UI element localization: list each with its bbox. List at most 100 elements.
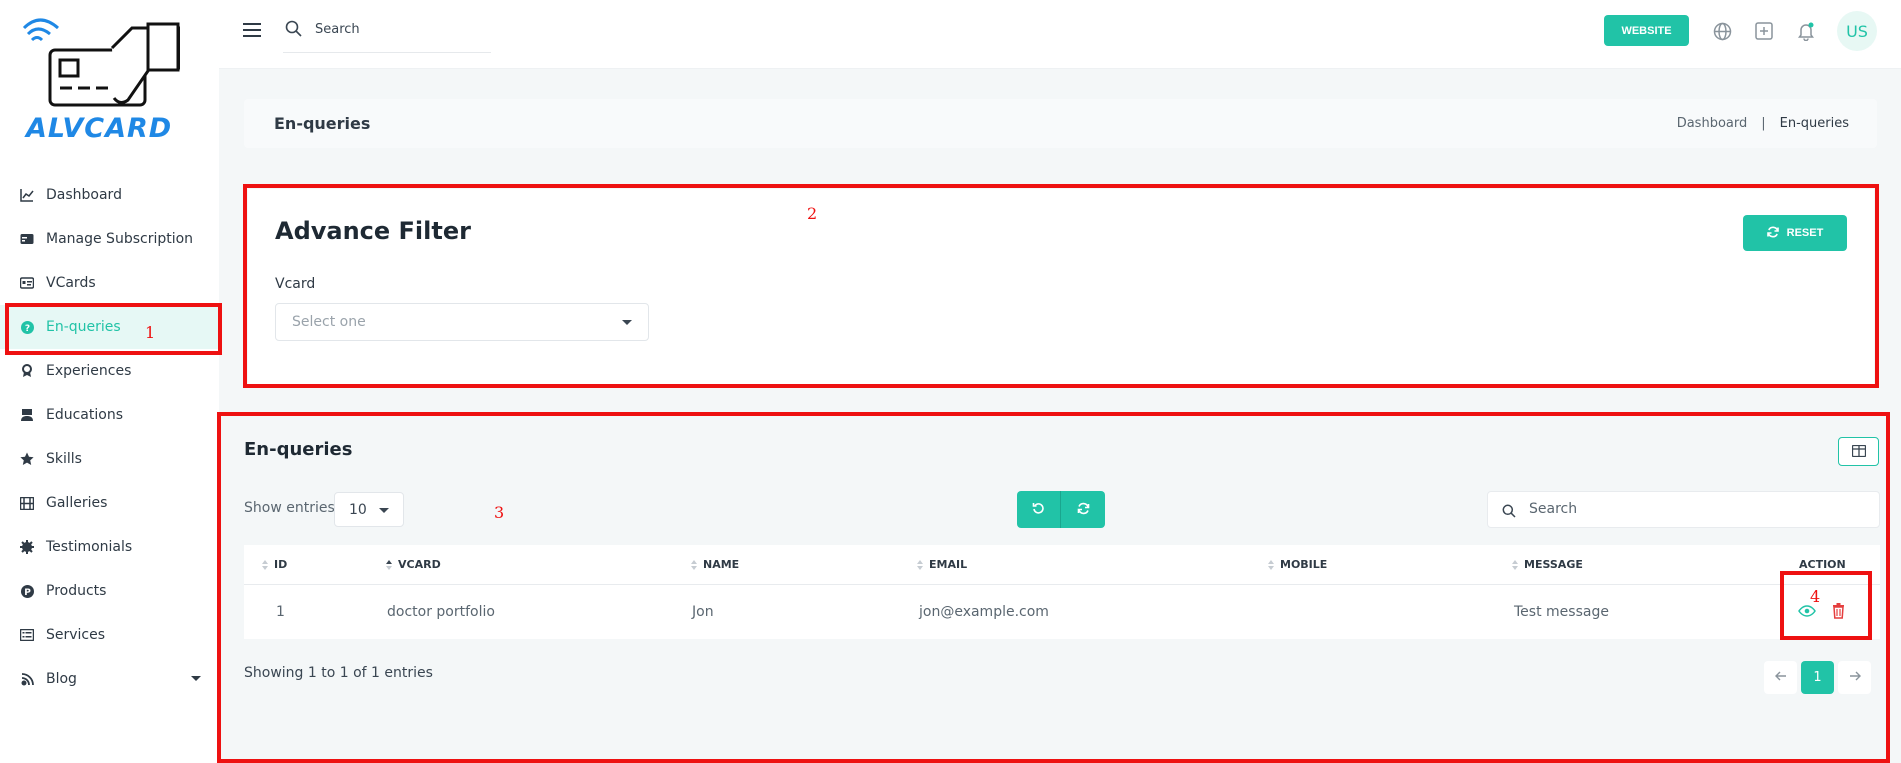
sidebar-item-label: Services xyxy=(46,627,106,643)
globe-icon[interactable] xyxy=(1711,20,1733,42)
credit-card-icon xyxy=(20,232,34,246)
header-search-placeholder: Search xyxy=(315,22,360,37)
sidebar-nav: Dashboard Manage Subscription VCards ? E… xyxy=(0,173,219,701)
reset-button[interactable]: RESET xyxy=(1743,215,1847,251)
table-row: 1 doctor portfolio Jon jon@example.com T… xyxy=(244,586,1880,639)
hamburger-menu-icon[interactable] xyxy=(243,23,261,37)
sidebar-item-label: Products xyxy=(46,583,107,599)
search-icon xyxy=(1502,503,1516,522)
annotation-number-2: 2 xyxy=(807,204,818,223)
table-action-buttons xyxy=(1017,491,1106,528)
entries-select[interactable]: 10 xyxy=(334,492,404,527)
sidebar-item-label: Experiences xyxy=(46,363,132,379)
sidebar-item-label: Manage Subscription xyxy=(46,231,194,247)
vcard-label: Vcard xyxy=(275,276,316,292)
delete-trash-icon[interactable] xyxy=(1829,602,1847,620)
pagination: 1 xyxy=(1764,661,1871,694)
sort-icon xyxy=(917,559,923,570)
column-header-label: ID xyxy=(274,558,288,571)
sidebar-item-blog[interactable]: Blog xyxy=(0,657,219,701)
table-search-input[interactable]: Search xyxy=(1487,491,1880,528)
refresh-icon xyxy=(1766,226,1779,241)
sidebar-item-label: Dashboard xyxy=(46,187,122,203)
section-title: En-queries xyxy=(244,439,353,460)
list-icon xyxy=(20,628,34,642)
column-header-mobile[interactable]: MOBILE xyxy=(1268,558,1327,571)
sort-icon xyxy=(1268,559,1274,570)
enquiries-table: ID VCARD NAME EMAIL MOBILE MESSAGE ACTIO… xyxy=(244,545,1880,639)
table-header: ID VCARD NAME EMAIL MOBILE MESSAGE ACTIO… xyxy=(244,545,1880,585)
sidebar-item-dashboard[interactable]: Dashboard xyxy=(0,173,219,217)
cell-id: 1 xyxy=(276,604,285,620)
avatar[interactable]: US xyxy=(1837,11,1877,51)
annotation-number-1: 1 xyxy=(145,323,156,342)
page-button[interactable]: 1 xyxy=(1801,661,1834,694)
undo-icon xyxy=(1032,500,1045,519)
sidebar-item-galleries[interactable]: Galleries xyxy=(0,481,219,525)
entries-value: 10 xyxy=(349,502,367,518)
sidebar-item-label: Galleries xyxy=(46,495,108,511)
bell-icon[interactable] xyxy=(1795,20,1817,42)
show-entries-label: Show entries xyxy=(244,500,335,516)
column-header-email[interactable]: EMAIL xyxy=(917,558,967,571)
product-p-icon: P xyxy=(20,584,34,598)
breadcrumb-dashboard[interactable]: Dashboard xyxy=(1677,116,1748,131)
sidebar-item-services[interactable]: Services xyxy=(0,613,219,657)
arrow-right-icon xyxy=(1849,670,1861,685)
column-header-message[interactable]: MESSAGE xyxy=(1512,558,1583,571)
page-title-bar: En-queries Dashboard | En-queries xyxy=(244,99,1877,148)
sidebar-item-label: Educations xyxy=(46,407,123,423)
sort-icon xyxy=(1512,559,1518,570)
sidebar: ALVCARD Dashboard Manage Subscription VC… xyxy=(0,0,219,763)
add-square-icon[interactable] xyxy=(1753,20,1775,42)
star-icon xyxy=(20,452,34,466)
sidebar-item-manage-subscription[interactable]: Manage Subscription xyxy=(0,217,219,261)
showing-entries-text: Showing 1 to 1 of 1 entries xyxy=(244,665,433,681)
sidebar-item-products[interactable]: P Products xyxy=(0,569,219,613)
annotation-number-3: 3 xyxy=(494,503,505,522)
sidebar-item-label: VCards xyxy=(46,275,96,291)
sort-icon xyxy=(262,559,268,570)
sidebar-item-label: Testimonials xyxy=(46,539,133,555)
sidebar-item-vcards[interactable]: VCards xyxy=(0,261,219,305)
prev-page-button[interactable] xyxy=(1764,661,1797,694)
sidebar-item-skills[interactable]: Skills xyxy=(0,437,219,481)
sidebar-item-label: Skills xyxy=(46,451,82,467)
website-button[interactable]: WEBSITE xyxy=(1604,15,1689,46)
table-search-placeholder: Search xyxy=(1529,501,1578,517)
cell-vcard: doctor portfolio xyxy=(387,604,495,620)
sort-icon xyxy=(386,559,392,570)
column-header-action: ACTION xyxy=(1799,558,1846,571)
sidebar-item-testimonials[interactable]: Testimonials xyxy=(0,525,219,569)
top-header: Search WEBSITE US xyxy=(219,0,1901,69)
column-header-label: ACTION xyxy=(1799,558,1846,571)
column-header-name[interactable]: NAME xyxy=(691,558,739,571)
refresh-button[interactable] xyxy=(1061,491,1105,528)
column-header-label: EMAIL xyxy=(929,558,968,571)
certificate-icon xyxy=(20,540,34,554)
page-title: En-queries xyxy=(274,114,371,133)
column-header-label: VCARD xyxy=(398,558,441,571)
next-page-button[interactable] xyxy=(1838,661,1871,694)
caret-down-icon xyxy=(622,320,632,325)
sidebar-item-en-queries[interactable]: ? En-queries xyxy=(0,305,219,349)
vcard-select[interactable]: Select one xyxy=(275,303,649,341)
column-visibility-button[interactable] xyxy=(1838,437,1879,466)
chart-line-icon xyxy=(20,188,34,202)
card-hand-logo-icon xyxy=(22,18,182,107)
sidebar-item-educations[interactable]: Educations xyxy=(0,393,219,437)
breadcrumb-separator: | xyxy=(1761,116,1766,131)
vcard-select-placeholder: Select one xyxy=(292,314,366,330)
graduate-icon xyxy=(20,408,34,422)
column-header-vcard[interactable]: VCARD xyxy=(386,558,441,571)
svg-text:?: ? xyxy=(24,324,29,334)
reset-label: RESET xyxy=(1786,227,1824,239)
sidebar-item-experiences[interactable]: Experiences xyxy=(0,349,219,393)
header-search[interactable]: Search xyxy=(283,20,491,53)
chevron-down-icon[interactable] xyxy=(191,676,201,681)
sync-icon xyxy=(1077,500,1090,519)
reload-button[interactable] xyxy=(1017,491,1061,528)
sidebar-item-label: En-queries xyxy=(46,319,121,335)
column-header-id[interactable]: ID xyxy=(262,558,287,571)
svg-text:P: P xyxy=(24,588,31,598)
